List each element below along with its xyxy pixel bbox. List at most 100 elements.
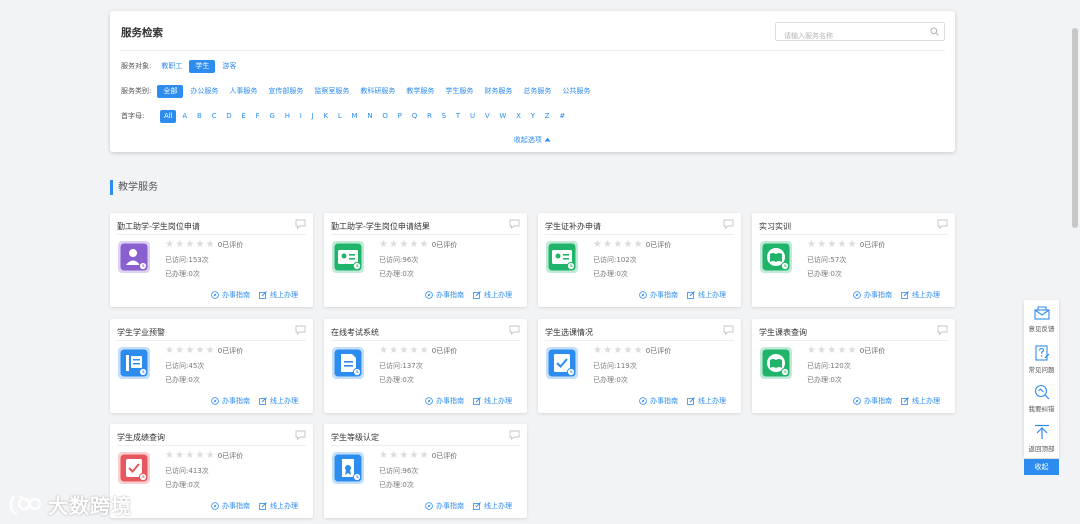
star-icon[interactable]: ★ — [206, 450, 215, 461]
star-icon[interactable]: ★ — [827, 239, 836, 250]
service-card[interactable]: 学生选课情况 ★ ★ ★ ★ ★ 0已评价 已访问:119次 已办理:0次 办事指南 线上办理 — [538, 319, 741, 413]
guide-link[interactable]: 办事指南 — [639, 290, 678, 300]
service-card[interactable]: 在线考试系统 ★ ★ ★ ★ ★ 0已评价 已访问:137次 已办理:0次 办事指南 线上办理 — [324, 319, 527, 413]
card-title[interactable]: 学生学业预警 — [117, 327, 165, 338]
guide-link[interactable]: 办事指南 — [853, 396, 892, 406]
rating-stars[interactable]: ★ ★ ★ ★ ★ 0已评价 — [165, 345, 243, 356]
rating-stars[interactable]: ★ ★ ★ ★ ★ 0已评价 — [807, 345, 885, 356]
star-icon[interactable]: ★ — [420, 345, 429, 356]
comment-icon[interactable] — [509, 430, 520, 440]
initial-option[interactable]: K — [320, 110, 332, 123]
service-card[interactable]: 勤工助学-学生岗位申请 ★ ★ ★ ★ ★ 0已评价 已访问:153次 已办理:0次 办事指南 线上… — [110, 213, 313, 307]
comment-icon[interactable] — [937, 325, 948, 335]
rating-stars[interactable]: ★ ★ ★ ★ ★ 0已评价 — [165, 450, 243, 461]
service-card[interactable]: 学生课表查询 ★ ★ ★ ★ ★ 0已评价 已访问:120次 已办理:0次 办事指南 线上办理 — [752, 319, 955, 413]
star-icon[interactable]: ★ — [389, 239, 398, 250]
category-option[interactable]: 教学服务 — [402, 85, 438, 98]
star-icon[interactable]: ★ — [185, 345, 194, 356]
card-title[interactable]: 学生课表查询 — [759, 327, 807, 338]
card-title[interactable]: 学生成绩查询 — [117, 432, 165, 443]
category-option[interactable]: 办公服务 — [186, 85, 222, 98]
star-icon[interactable]: ★ — [399, 239, 408, 250]
star-icon[interactable]: ★ — [623, 345, 632, 356]
collapse-options-link[interactable]: 收起选项 — [110, 135, 955, 145]
online-handle-link[interactable]: 线上办理 — [473, 396, 512, 406]
star-icon[interactable]: ★ — [420, 239, 429, 250]
star-icon[interactable]: ★ — [389, 450, 398, 461]
card-title[interactable]: 实习实训 — [759, 221, 791, 232]
audience-option-student[interactable]: 学生 — [189, 59, 216, 73]
comment-icon[interactable] — [509, 325, 520, 335]
faq-button[interactable]: 常见问题 — [1024, 340, 1059, 380]
star-icon[interactable]: ★ — [175, 345, 184, 356]
initial-option[interactable]: J — [308, 110, 317, 123]
star-icon[interactable]: ★ — [165, 450, 174, 461]
service-card[interactable]: 学生学业预警 ★ ★ ★ ★ ★ 0已评价 已访问:45次 已办理:0次 办事指南 线上办理 — [110, 319, 313, 413]
initial-option[interactable]: T — [452, 110, 463, 123]
category-option[interactable]: 宣传部服务 — [264, 85, 307, 98]
category-option[interactable]: 全部 — [157, 84, 184, 98]
card-title[interactable]: 勤工助学-学生岗位申请 — [117, 221, 200, 232]
star-icon[interactable]: ★ — [613, 345, 622, 356]
star-icon[interactable]: ★ — [409, 450, 418, 461]
star-icon[interactable]: ★ — [593, 345, 602, 356]
star-icon[interactable]: ★ — [195, 450, 204, 461]
initial-option[interactable]: A — [179, 110, 191, 123]
page-scrollbar[interactable] — [1072, 28, 1078, 228]
comment-icon[interactable] — [509, 219, 520, 229]
initial-option[interactable]: P — [394, 110, 405, 123]
initial-option[interactable]: R — [423, 110, 435, 123]
online-handle-link[interactable]: 线上办理 — [901, 396, 940, 406]
comment-icon[interactable] — [295, 325, 306, 335]
initial-option[interactable]: G — [266, 110, 279, 123]
search-box[interactable] — [775, 22, 945, 45]
guide-link[interactable]: 办事指南 — [425, 501, 464, 511]
rating-stars[interactable]: ★ ★ ★ ★ ★ 0已评价 — [593, 239, 671, 250]
star-icon[interactable]: ★ — [185, 239, 194, 250]
initial-option[interactable]: H — [281, 110, 293, 123]
comment-icon[interactable] — [723, 325, 734, 335]
star-icon[interactable]: ★ — [175, 450, 184, 461]
initial-option[interactable]: L — [334, 110, 345, 123]
online-handle-link[interactable]: 线上办理 — [687, 290, 726, 300]
card-title[interactable]: 勤工助学-学生岗位申请结果 — [331, 221, 430, 232]
service-card[interactable]: 学生等级认定 ★ ★ ★ ★ ★ 0已评价 已访问:96次 已办理:0次 办事指南 线上办理 — [324, 424, 527, 518]
service-card[interactable]: 学生成绩查询 ★ ★ ★ ★ ★ 0已评价 已访问:413次 已办理:0次 办事指南 线上办理 — [110, 424, 313, 518]
rating-stars[interactable]: ★ ★ ★ ★ ★ 0已评价 — [379, 450, 457, 461]
category-option[interactable]: 总务服务 — [519, 85, 555, 98]
star-icon[interactable]: ★ — [165, 345, 174, 356]
category-option[interactable]: 人事服务 — [225, 85, 261, 98]
star-icon[interactable]: ★ — [185, 450, 194, 461]
comment-icon[interactable] — [723, 219, 734, 229]
collapse-toolbar-button[interactable]: 收起 — [1024, 459, 1059, 475]
guide-link[interactable]: 办事指南 — [853, 290, 892, 300]
star-icon[interactable]: ★ — [409, 345, 418, 356]
comment-icon[interactable] — [295, 430, 306, 440]
search-input[interactable] — [776, 27, 922, 45]
guide-link[interactable]: 办事指南 — [211, 396, 250, 406]
initial-option[interactable]: X — [513, 110, 525, 123]
star-icon[interactable]: ★ — [837, 239, 846, 250]
star-icon[interactable]: ★ — [399, 345, 408, 356]
feedback-button[interactable]: 意见反馈 — [1024, 300, 1059, 340]
initial-option[interactable]: U — [466, 110, 478, 123]
star-icon[interactable]: ★ — [807, 239, 816, 250]
star-icon[interactable]: ★ — [389, 345, 398, 356]
star-icon[interactable]: ★ — [634, 239, 643, 250]
initial-option[interactable]: Y — [527, 110, 538, 123]
initial-option[interactable]: D — [223, 110, 236, 123]
star-icon[interactable]: ★ — [848, 345, 857, 356]
star-icon[interactable]: ★ — [848, 239, 857, 250]
online-handle-link[interactable]: 线上办理 — [687, 396, 726, 406]
star-icon[interactable]: ★ — [195, 239, 204, 250]
star-icon[interactable]: ★ — [817, 239, 826, 250]
initial-option[interactable]: # — [556, 110, 569, 123]
star-icon[interactable]: ★ — [195, 345, 204, 356]
guide-link[interactable]: 办事指南 — [211, 290, 250, 300]
comment-icon[interactable] — [937, 219, 948, 229]
rating-stars[interactable]: ★ ★ ★ ★ ★ 0已评价 — [165, 239, 243, 250]
star-icon[interactable]: ★ — [379, 345, 388, 356]
rating-stars[interactable]: ★ ★ ★ ★ ★ 0已评价 — [593, 345, 671, 356]
rating-stars[interactable]: ★ ★ ★ ★ ★ 0已评价 — [379, 239, 457, 250]
category-option[interactable]: 监察室服务 — [310, 85, 353, 98]
